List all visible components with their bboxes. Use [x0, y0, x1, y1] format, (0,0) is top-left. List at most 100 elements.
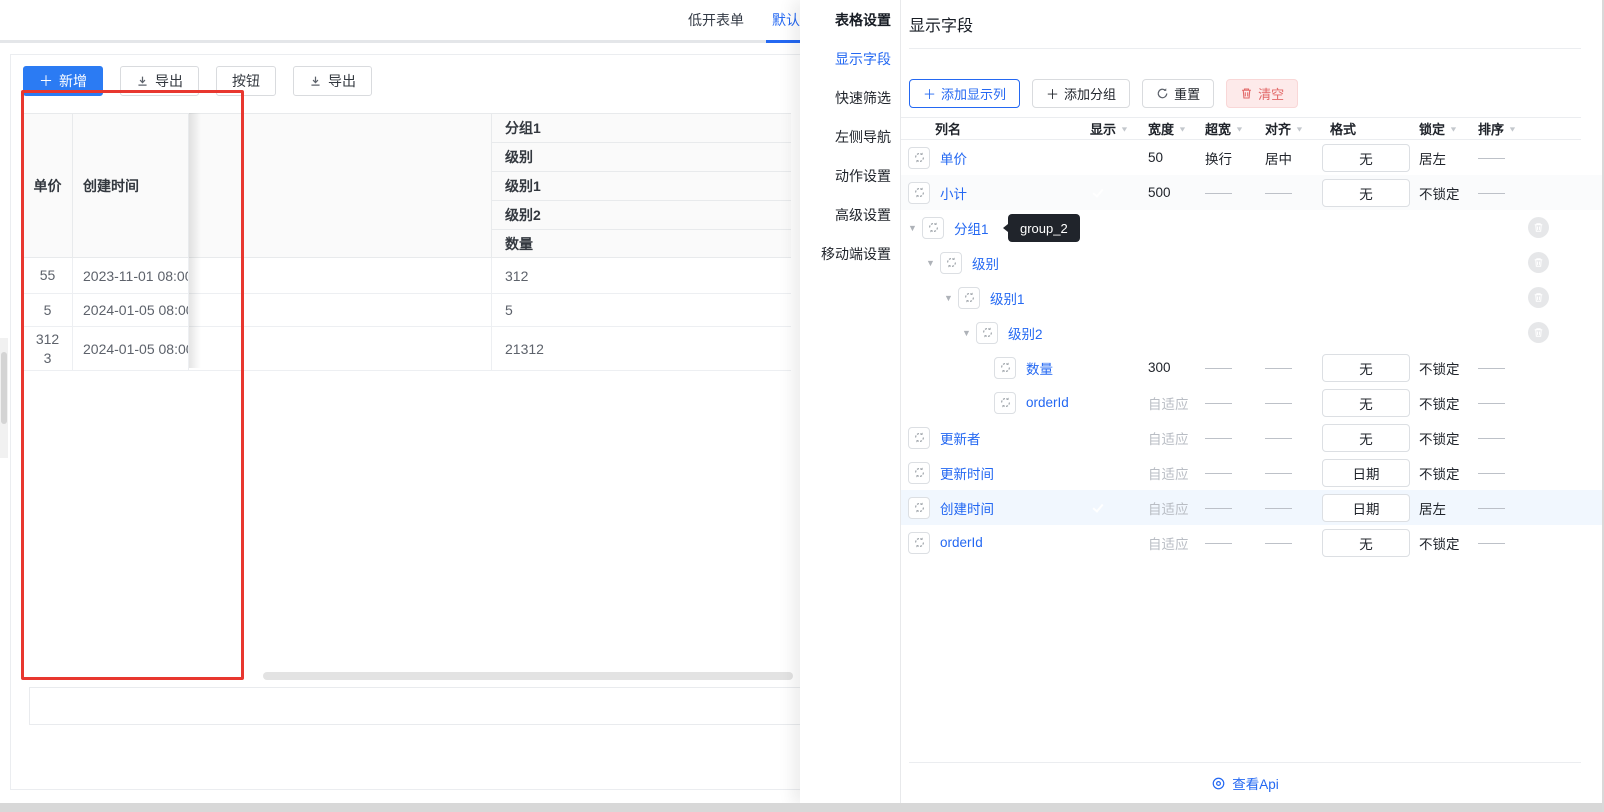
sync-icon[interactable]: [922, 216, 944, 239]
add-button[interactable]: ＋ 新增: [23, 66, 103, 96]
left-scrollbar-thumb[interactable]: [1, 352, 7, 424]
field-sort-cell: ——: [1478, 500, 1505, 515]
main-page: 低开表单 默认 ＋ 新增 导出 按钮 导出 单价 创建时间 分组1 级别 级别1…: [0, 0, 814, 804]
field-lock-cell: 不锁定: [1419, 466, 1460, 482]
sync-icon[interactable]: [908, 496, 930, 519]
field-name-link[interactable]: 级别2: [1008, 323, 1043, 343]
field-align-cell: ——: [1265, 185, 1292, 200]
field-name-link[interactable]: 级别1: [990, 288, 1025, 308]
field-show-cell: [1080, 430, 1138, 446]
grid-header-label: 格式: [1330, 122, 1357, 137]
export-button-1[interactable]: 导出: [120, 66, 199, 96]
sync-icon[interactable]: [958, 286, 980, 309]
field-delete-cell: [1525, 217, 1560, 238]
sync-icon[interactable]: [976, 321, 998, 344]
delete-field-icon[interactable]: [1528, 322, 1549, 343]
export-button-2[interactable]: 导出: [293, 66, 372, 96]
sync-icon[interactable]: [940, 251, 962, 274]
field-format-cell: 无: [1320, 388, 1415, 417]
drawer-nav-item-动作设置[interactable]: 动作设置: [800, 157, 900, 196]
delete-field-icon[interactable]: [1528, 287, 1549, 308]
field-name-link[interactable]: 数量: [1026, 358, 1053, 378]
field-overflow-cell: ——: [1205, 465, 1232, 480]
sync-icon[interactable]: [994, 356, 1016, 379]
format-select[interactable]: 无: [1322, 423, 1410, 452]
delete-field-icon[interactable]: [1528, 217, 1549, 238]
field-width-cell: 50: [1148, 150, 1164, 165]
filter-caret-icon[interactable]: ▼: [1235, 125, 1244, 133]
field-name-link[interactable]: 分组1: [954, 218, 989, 238]
field-name-link[interactable]: 级别: [972, 253, 999, 273]
format-select[interactable]: 无: [1322, 353, 1410, 382]
tab-low-open-form[interactable]: 低开表单: [688, 0, 744, 40]
plus-icon: ＋: [39, 73, 53, 89]
field-lock-cell: 居左: [1419, 151, 1446, 167]
field-rows: 单价 50 换行 居中无居左 —— 小计 500 —— —— 无不锁定 —— ▼ 分组1 group_2 ▼…: [901, 140, 1604, 560]
field-name-link[interactable]: orderId: [1026, 395, 1069, 410]
sync-icon[interactable]: [908, 146, 930, 169]
field-name-cell: ▼ 分组1 group_2: [901, 214, 1080, 242]
delete-field-icon[interactable]: [1528, 252, 1549, 273]
field-show-cell: [1080, 500, 1138, 516]
field-name-cell: orderId: [901, 391, 1080, 414]
drawer-nav-item-高级设置[interactable]: 高级设置: [800, 196, 900, 235]
filter-caret-icon[interactable]: ▼: [1449, 125, 1458, 133]
tree-expand-icon[interactable]: ▼: [908, 223, 922, 233]
cell-created-time: 2024-01-05 08:00: [73, 294, 189, 326]
format-select[interactable]: 无: [1322, 143, 1410, 172]
field-name-link[interactable]: 单价: [940, 148, 967, 168]
field-name-link[interactable]: 小计: [940, 183, 967, 203]
header-spacer: [189, 114, 491, 257]
filter-caret-icon[interactable]: ▼: [1508, 125, 1517, 133]
sync-icon[interactable]: [908, 531, 930, 554]
sync-icon[interactable]: [994, 391, 1016, 414]
field-name-link[interactable]: 更新者: [940, 428, 981, 448]
add-display-column-button[interactable]: ＋ 添加显示列: [909, 79, 1021, 108]
field-lock-cell: 不锁定: [1419, 186, 1460, 202]
field-overflow-cell: ——: [1205, 535, 1232, 550]
field-name-link[interactable]: 更新时间: [940, 463, 994, 483]
tree-expand-icon[interactable]: ▼: [926, 258, 940, 268]
field-row: 单价 50 换行 居中 无居左 ——: [901, 140, 1604, 175]
table-row: 5 2024-01-05 08:00 5: [23, 294, 791, 327]
filter-caret-icon[interactable]: ▼: [1178, 125, 1187, 133]
format-select[interactable]: 无: [1322, 388, 1410, 417]
field-name-link[interactable]: orderId: [940, 535, 983, 550]
format-select[interactable]: 无: [1322, 178, 1410, 207]
generic-button[interactable]: 按钮: [216, 66, 276, 96]
grouped-header-cell: 分组1: [492, 114, 791, 143]
clear-button[interactable]: 清空: [1226, 79, 1299, 108]
field-show-cell: [1080, 185, 1138, 201]
tabs: 低开表单 默认: [688, 0, 814, 43]
field-lock-cell: 不锁定: [1419, 396, 1460, 412]
field-row: 小计 500 —— —— 无不锁定 ——: [901, 175, 1604, 210]
drawer-nav-item-显示字段[interactable]: 显示字段: [800, 40, 900, 79]
format-select[interactable]: 无: [1322, 528, 1410, 557]
view-api-link[interactable]: 查看Api: [909, 768, 1581, 798]
field-overflow-cell: ——: [1205, 500, 1232, 515]
sync-icon[interactable]: [908, 461, 930, 484]
grid-header-name: 列名: [901, 119, 1080, 138]
field-format-cell: 无: [1320, 353, 1415, 382]
drawer-nav-item-快速筛选[interactable]: 快速筛选: [800, 79, 900, 118]
horizontal-scrollbar[interactable]: [263, 672, 793, 680]
cell-spacer: [189, 258, 491, 293]
header-created-time: 创建时间: [73, 114, 189, 257]
reset-button[interactable]: 重置: [1142, 79, 1215, 108]
filter-caret-icon[interactable]: ▼: [1120, 125, 1129, 133]
sync-icon[interactable]: [908, 181, 930, 204]
field-row: 更新者 自适应 —— —— 无不锁定 ——: [901, 420, 1604, 455]
sync-icon[interactable]: [908, 426, 930, 449]
filter-caret-icon[interactable]: ▼: [1295, 125, 1304, 133]
tab-default[interactable]: 默认: [766, 0, 814, 43]
drawer-nav-item-移动端设置[interactable]: 移动端设置: [800, 235, 900, 274]
field-align-cell: ——: [1265, 535, 1292, 550]
screen: 低开表单 默认 ＋ 新增 导出 按钮 导出 单价 创建时间 分组1 级别 级别1…: [0, 0, 1604, 812]
format-select[interactable]: 日期: [1322, 493, 1410, 522]
format-select[interactable]: 日期: [1322, 458, 1410, 487]
field-name-link[interactable]: 创建时间: [940, 498, 994, 518]
drawer-nav-item-左侧导航[interactable]: 左侧导航: [800, 118, 900, 157]
tree-expand-icon[interactable]: ▼: [944, 293, 958, 303]
add-group-button[interactable]: ＋ 添加分组: [1032, 79, 1131, 108]
tree-expand-icon[interactable]: ▼: [962, 328, 976, 338]
